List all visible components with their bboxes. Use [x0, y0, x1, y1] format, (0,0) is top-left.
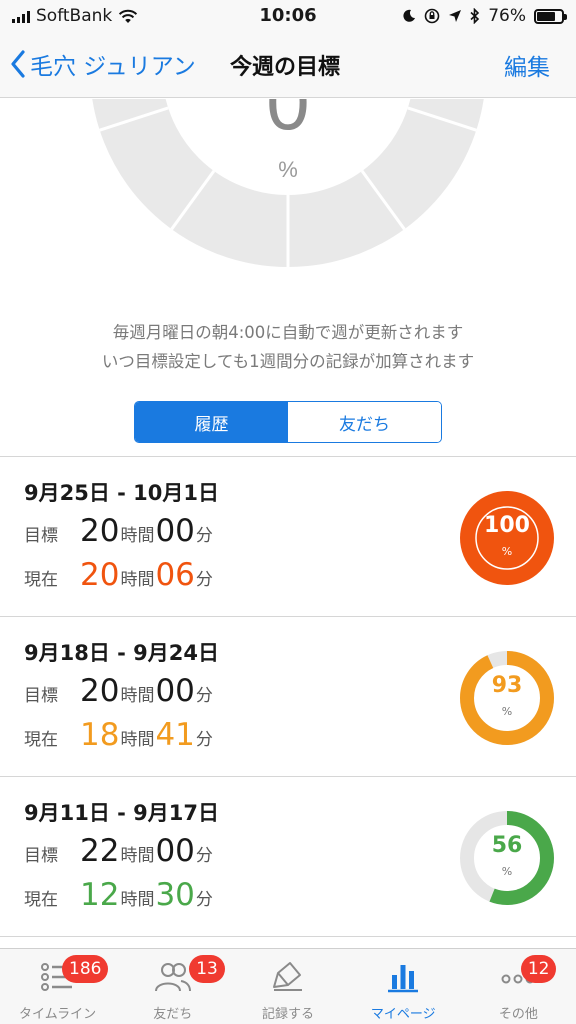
current-row: 現在 12 時間 30 分	[24, 877, 214, 913]
minutes-unit: 分	[195, 570, 213, 590]
minutes-unit: 分	[195, 730, 213, 750]
pencil-icon	[273, 962, 302, 991]
minutes-unit: 分	[195, 890, 213, 910]
tab-bar: 186 タイムライン 13 友だち 記録する マイページ 12 その他	[0, 948, 576, 1024]
history-friends-segmented-control: 履歴 友だち	[134, 401, 442, 443]
tab-label: タイムライン	[19, 1007, 97, 1022]
current-label: 現在	[24, 730, 58, 750]
friends-badge: 13	[189, 955, 225, 983]
goal-minutes: 00	[155, 673, 195, 709]
bar-chart-icon	[388, 965, 419, 993]
hours-unit: 時間	[120, 890, 155, 910]
bluetooth-icon	[470, 8, 480, 24]
tab-more[interactable]: 12 その他	[461, 949, 576, 1024]
minutes-unit: 分	[195, 686, 213, 706]
battery-icon	[534, 8, 567, 24]
progress-ring-chart	[460, 491, 554, 585]
goal-hours: 22	[80, 833, 120, 869]
current-hours: 18	[80, 717, 120, 753]
battery-percent: 76%	[488, 6, 526, 26]
moon-icon	[403, 9, 416, 22]
hours-unit: 時間	[120, 730, 155, 750]
segment-history[interactable]: 履歴	[135, 402, 288, 442]
goal-row: 目標 20 時間 00 分	[24, 513, 214, 549]
location-icon	[449, 10, 462, 22]
weekly-progress-unit: %	[278, 157, 298, 182]
goal-row: 目標 22 時間 00 分	[24, 833, 214, 869]
current-label: 現在	[24, 570, 58, 590]
weekly-progress-chart: 0 %	[92, 99, 484, 267]
people-icon	[154, 963, 191, 992]
week-percent: 93	[491, 673, 523, 698]
tab-label: 記録する	[262, 1007, 315, 1022]
progress-ring-chart	[460, 651, 554, 745]
goal-label: 目標	[24, 686, 58, 706]
update-info-line-1: 毎週月曜日の朝4:00に自動で週が更新されます	[112, 323, 464, 342]
update-info: 毎週月曜日の朝4:00に自動で週が更新されます いつ目標設定しても1週間分の記録…	[0, 318, 576, 376]
current-row: 現在 20 時間 06 分	[24, 557, 214, 593]
goal-minutes: 00	[155, 833, 195, 869]
goal-row: 目標 20 時間 00 分	[24, 673, 214, 709]
timeline-badge: 186	[62, 955, 109, 983]
current-minutes: 06	[155, 557, 195, 593]
goal-label: 目標	[24, 846, 58, 866]
week-progress-ring: 100 %	[458, 489, 556, 587]
tab-label: 友だち	[153, 1007, 193, 1022]
back-button[interactable]: 毛穴 ジュリアン	[10, 47, 196, 81]
current-minutes: 41	[155, 717, 195, 753]
week-range: 9月25日 - 10月1日	[24, 481, 220, 505]
progress-ring-chart	[460, 811, 554, 905]
hours-unit: 時間	[120, 570, 155, 590]
week-progress-ring: 56 %	[458, 809, 556, 907]
goal-hours: 20	[80, 513, 120, 549]
weekly-progress-value: 0	[266, 99, 309, 146]
tab-label: その他	[498, 1007, 538, 1022]
segment-friends[interactable]: 友だち	[288, 402, 441, 442]
week-percent: 100	[484, 513, 530, 538]
weekly-progress-donut: 0 %	[0, 99, 576, 309]
tab-record[interactable]: 記録する	[230, 949, 345, 1024]
minutes-unit: 分	[195, 526, 213, 546]
back-label: 毛穴 ジュリアン	[30, 54, 196, 80]
goal-minutes: 00	[155, 513, 195, 549]
edit-button[interactable]: 編集	[504, 48, 550, 82]
current-row: 現在 18 時間 41 分	[24, 717, 214, 753]
current-label: 現在	[24, 890, 58, 910]
hours-unit: 時間	[120, 526, 155, 546]
page-title: 今週の目標	[230, 55, 341, 80]
percent-unit: %	[501, 705, 513, 718]
week-item[interactable]: 9月11日 - 9月17日 目標 22 時間 00 分 現在 12 時間 30 …	[0, 777, 576, 937]
update-info-line-2: いつ目標設定しても1週間分の記録が加算されます	[101, 352, 475, 371]
goal-hours: 20	[80, 673, 120, 709]
percent-unit: %	[501, 865, 513, 878]
ring-fill	[460, 491, 554, 585]
weekly-history-list: 9月25日 - 10月1日 目標 20 時間 00 分 現在 20 時間 06 …	[0, 456, 576, 937]
percent-unit: %	[501, 545, 513, 558]
navigation-bar: 毛穴 ジュリアン 今週の目標 編集	[0, 32, 576, 98]
ring-progress-arc	[460, 651, 554, 745]
orientation-lock-icon	[424, 8, 440, 24]
goal-label: 目標	[24, 526, 58, 546]
week-item[interactable]: 9月25日 - 10月1日 目標 20 時間 00 分 現在 20 時間 06 …	[0, 457, 576, 617]
status-bar: SoftBank 10:06 76%	[0, 0, 576, 32]
status-right: 76%	[402, 6, 567, 26]
tab-label: マイページ	[370, 1007, 436, 1022]
chevron-left-icon	[11, 50, 25, 78]
week-range: 9月18日 - 9月24日	[24, 641, 220, 665]
tab-friends[interactable]: 13 友だち	[115, 949, 230, 1024]
current-hours: 20	[80, 557, 120, 593]
current-minutes: 30	[155, 877, 195, 913]
tab-mypage[interactable]: マイページ	[346, 949, 461, 1024]
hours-unit: 時間	[120, 846, 155, 866]
week-progress-ring: 93 %	[458, 649, 556, 747]
more-badge: 12	[520, 955, 557, 983]
hours-unit: 時間	[120, 686, 155, 706]
tab-timeline[interactable]: 186 タイムライン	[0, 949, 115, 1024]
week-item[interactable]: 9月18日 - 9月24日 目標 20 時間 00 分 現在 18 時間 41 …	[0, 617, 576, 777]
minutes-unit: 分	[195, 846, 213, 866]
week-percent: 56	[491, 833, 523, 858]
week-range: 9月11日 - 9月17日	[24, 801, 220, 825]
current-hours: 12	[80, 877, 120, 913]
